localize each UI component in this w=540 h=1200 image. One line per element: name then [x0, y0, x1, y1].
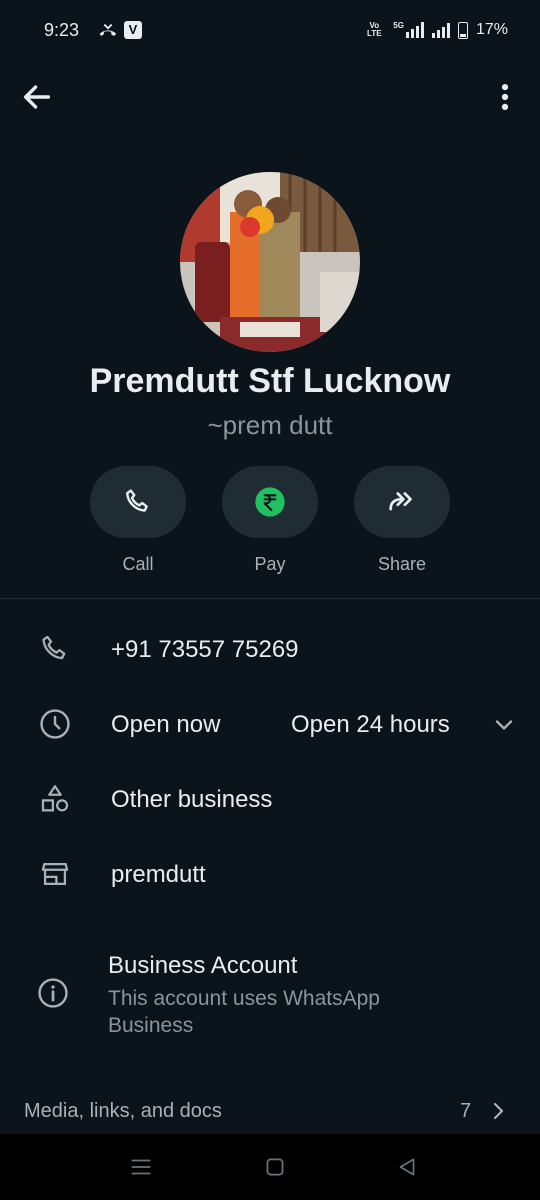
- open-now-status: Open now: [111, 711, 221, 738]
- share-pill[interactable]: [354, 466, 450, 538]
- media-count: 7: [460, 1100, 472, 1122]
- pay-button[interactable]: Pay: [221, 466, 319, 575]
- clock-icon: [40, 709, 70, 739]
- battery-icon: [457, 21, 468, 39]
- rupee-icon: [255, 487, 285, 517]
- media-links-docs-row[interactable]: Media, links, and docs 7: [0, 1096, 540, 1130]
- signal-icon: [431, 22, 450, 38]
- profile-photo[interactable]: [180, 172, 360, 352]
- call-label: Call: [122, 554, 154, 574]
- pay-label: Pay: [254, 554, 286, 574]
- more-options-icon[interactable]: [488, 80, 522, 114]
- status-right: Vo LTE 5G 17%: [363, 21, 508, 39]
- profile-photo-image: [180, 172, 360, 352]
- back-nav-icon[interactable]: [394, 1154, 420, 1180]
- call-pill[interactable]: [90, 466, 186, 538]
- contact-push-name: ~prem dutt: [207, 410, 333, 440]
- back-arrow-icon[interactable]: [20, 80, 54, 114]
- call-button[interactable]: Call: [89, 466, 187, 575]
- system-nav-bar: [0, 1134, 540, 1200]
- section-divider: [0, 598, 540, 599]
- volte-icon: Vo LTE: [367, 21, 382, 38]
- app-notification-icon: V: [124, 21, 142, 39]
- chevron-right-icon[interactable]: [486, 1098, 510, 1124]
- top-app-bar: [0, 72, 540, 122]
- home-icon[interactable]: [262, 1154, 288, 1180]
- business-account-title: Business Account: [108, 952, 298, 979]
- store-name: premdutt: [111, 861, 206, 888]
- business-account-subtitle: This account uses WhatsApp Business: [108, 987, 380, 1037]
- business-hours: Open 24 hours: [291, 711, 450, 738]
- pay-pill[interactable]: [222, 466, 318, 538]
- business-category: Other business: [111, 786, 273, 813]
- media-label: Media, links, and docs: [24, 1100, 222, 1122]
- share-label: Share: [377, 554, 427, 574]
- phone-icon: [126, 489, 148, 512]
- chevron-down-icon[interactable]: [490, 711, 518, 739]
- status-bar: 9:23 V Vo LTE 5G 17%: [0, 0, 540, 62]
- info-icon: [38, 978, 68, 1008]
- share-button[interactable]: Share: [353, 466, 451, 575]
- missed-call-icon: [99, 23, 117, 37]
- phone-number: +91 73557 75269: [111, 636, 299, 663]
- storefront-icon: [41, 862, 69, 886]
- phone-icon: [42, 635, 66, 660]
- shapes-icon: [41, 785, 69, 812]
- recent-apps-icon[interactable]: [128, 1154, 154, 1180]
- status-time: 9:23: [44, 20, 80, 40]
- signal-5g-icon: 5G: [393, 22, 424, 38]
- share-forward-icon: [389, 492, 412, 511]
- battery-percent: 17%: [475, 21, 508, 38]
- contact-name: Premdutt Stf Lucknow: [89, 362, 451, 400]
